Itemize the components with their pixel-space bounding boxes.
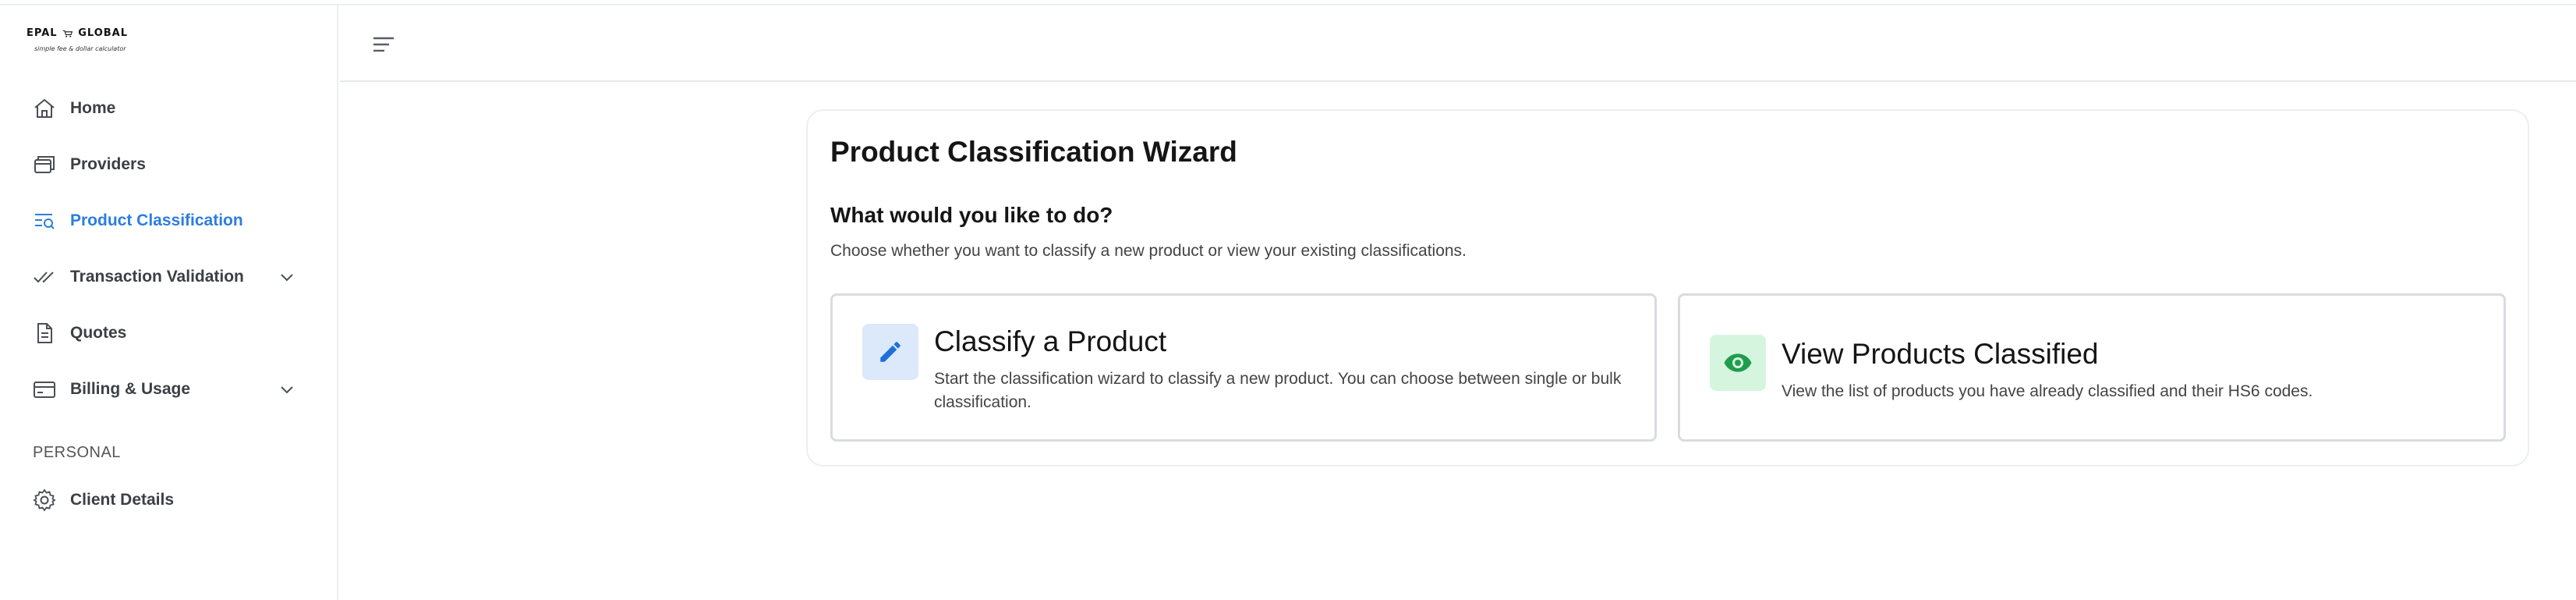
sidebar-item-label: Providers [70, 155, 146, 173]
sidebar-item-client-details[interactable]: Client Details [31, 483, 312, 517]
wizard-description: Choose whether you want to classify a ne… [830, 242, 1467, 260]
eye-icon [1724, 353, 1752, 372]
cards-icon [31, 151, 58, 178]
section-label-personal: PERSONAL [33, 444, 121, 461]
chevron-down-icon[interactable] [278, 380, 296, 399]
sidebar: EPAL GLOBAL simple fee & dollar calculat… [0, 5, 338, 600]
option-description: Start the classification wizard to class… [934, 370, 1622, 411]
logo-wordmark: EPAL GLOBAL [27, 27, 128, 39]
document-icon [31, 320, 58, 346]
double-check-icon [31, 264, 58, 290]
home-icon [31, 95, 58, 122]
brand-logo[interactable]: EPAL GLOBAL simple fee & dollar calculat… [27, 27, 128, 66]
sidebar-item-home[interactable]: Home [31, 91, 312, 126]
list-search-icon [31, 208, 58, 234]
sidebar-item-product-classification[interactable]: Product Classification [31, 204, 312, 238]
pencil-icon [880, 342, 901, 362]
sidebar-item-transaction-validation[interactable]: Transaction Validation [31, 260, 312, 294]
view-products-option[interactable]: View Products Classified View the list o… [1678, 293, 2506, 442]
top-header [340, 7, 2576, 82]
classification-wizard-card: Product Classification Wizard What would… [806, 109, 2529, 467]
sidebar-item-providers[interactable]: Providers [31, 147, 312, 182]
option-description: View the list of products you have alrea… [1782, 382, 2313, 400]
wizard-question: What would you like to do? [830, 203, 1113, 227]
cart-logo-icon [62, 30, 73, 37]
logo-right-text: GLOBAL [78, 27, 128, 39]
sidebar-item-quotes[interactable]: Quotes [31, 316, 312, 350]
sidebar-item-billing-usage[interactable]: Billing & Usage [31, 372, 312, 407]
credit-card-icon [31, 376, 58, 403]
option-title: Classify a Product [934, 325, 1167, 357]
classify-product-option[interactable]: Classify a Product Start the classificat… [830, 293, 1657, 442]
menu-toggle-button[interactable] [368, 29, 399, 60]
gear-icon [31, 487, 58, 513]
app-root: EPAL GLOBAL simple fee & dollar calculat… [0, 0, 2576, 600]
sidebar-item-label: Transaction Validation [70, 268, 244, 286]
logo-tagline: simple fee & dollar calculator [34, 45, 126, 52]
sidebar-item-label: Billing & Usage [70, 380, 191, 398]
chevron-down-icon[interactable] [278, 268, 296, 286]
option-title: View Products Classified [1782, 338, 2099, 370]
page-title: Product Classification Wizard [830, 136, 1237, 168]
top-border [0, 0, 2576, 5]
sidebar-item-label: Client Details [70, 491, 175, 509]
eye-icon-badge [1710, 335, 1766, 391]
logo-left-text: EPAL [27, 27, 58, 39]
sidebar-item-label: Quotes [70, 324, 127, 342]
menu-icon [373, 37, 394, 52]
sidebar-item-label: Home [70, 99, 116, 117]
pencil-icon-badge [862, 324, 918, 380]
sidebar-item-label: Product Classification [70, 211, 243, 229]
